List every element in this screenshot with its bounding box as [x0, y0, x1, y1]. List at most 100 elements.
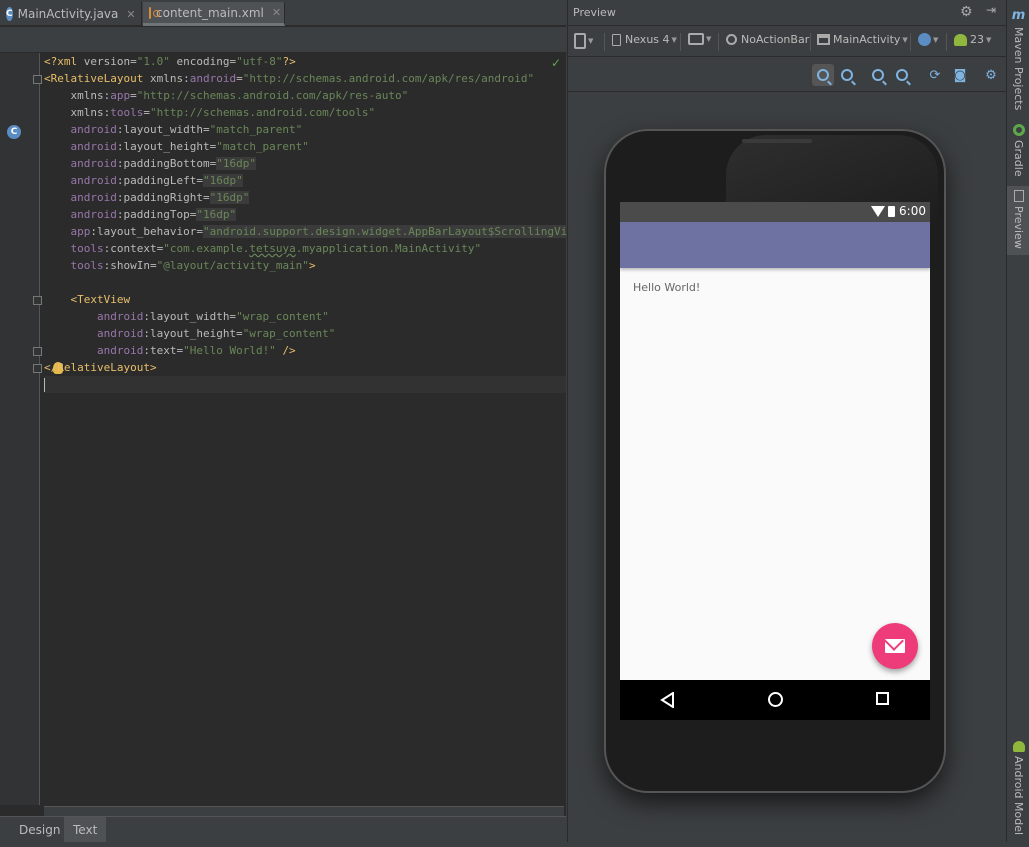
zoom-out-icon	[896, 69, 908, 81]
tab-design[interactable]: Design	[10, 817, 69, 843]
device-label: Nexus 4	[625, 33, 670, 46]
refresh-button[interactable]: ⟳	[924, 64, 946, 86]
fold-marker-icon[interactable]	[33, 75, 42, 84]
gradle-icon	[1012, 124, 1025, 136]
class-marker-icon[interactable]: C	[7, 125, 21, 139]
code-line: xmlns:tools="http://schemas.android.com/…	[70, 106, 376, 119]
tab-android-model[interactable]: Android Model	[1007, 741, 1029, 835]
fold-marker-icon[interactable]	[33, 296, 42, 305]
design-surface-button[interactable]: ▼	[574, 33, 593, 49]
api-level-selector[interactable]: 23 ▼	[954, 33, 991, 46]
code-line: android:paddingTop="16dp"	[70, 208, 237, 221]
screenshot-button[interactable]: ◙	[949, 64, 971, 86]
toolbar-separator	[910, 33, 911, 51]
tab-preview[interactable]: Preview	[1007, 186, 1029, 255]
code-line: android:paddingBottom="16dp"	[70, 157, 256, 170]
zoom-actual-button[interactable]	[836, 64, 858, 86]
refresh-icon: ⟳	[929, 67, 941, 83]
theme-selector[interactable]: NoActionBar	[726, 33, 809, 46]
zoom-fit-icon	[817, 69, 829, 81]
toolbar-separator	[946, 33, 947, 51]
tab-text[interactable]: Text	[64, 817, 107, 843]
hello-world-text[interactable]: Hello World!	[633, 281, 700, 294]
api-level-label: 23	[970, 33, 984, 46]
home-icon[interactable]	[768, 692, 783, 707]
navigation-bar	[620, 680, 930, 720]
zoom-out-button[interactable]	[891, 64, 913, 86]
preview-title: Preview	[573, 6, 616, 19]
code-line: app:layout_behavior="android.support.des…	[70, 225, 601, 238]
code-line: tools:context="com.example.tetsuya.myapp…	[70, 242, 482, 255]
zoom-toolbar: ⟳ ◙ ⚙	[568, 58, 1006, 92]
code-line: <RelativeLayout xmlns:android="http://sc…	[44, 72, 535, 85]
tab-content-main-xml[interactable]: content_main.xml ✕	[143, 2, 285, 26]
code-line-current	[44, 376, 566, 393]
activity-icon	[817, 34, 830, 45]
side-tab-label: Preview	[1012, 206, 1025, 249]
fold-marker-icon[interactable]	[33, 347, 42, 356]
preview-settings-button[interactable]: ⚙	[980, 64, 1002, 86]
code-line: <TextView	[70, 293, 131, 306]
device-selector[interactable]: Nexus 4 ▼	[612, 33, 677, 46]
status-icons: 6:00	[871, 204, 926, 218]
tab-gradle[interactable]: Gradle	[1007, 124, 1029, 177]
floating-action-button[interactable]	[872, 623, 918, 669]
editor-mode-tabs: Design Text	[0, 816, 566, 843]
close-icon[interactable]: ✕	[126, 8, 135, 21]
gear-icon[interactable]: ⚙	[960, 4, 973, 20]
fold-marker-icon[interactable]	[33, 364, 42, 373]
tab-label: content_main.xml	[156, 5, 264, 20]
toolbar-separator	[680, 33, 681, 51]
status-bar: 6:00	[620, 202, 930, 222]
activity-label: MainActivity	[833, 33, 901, 46]
toolbar-separator	[718, 33, 719, 51]
hide-panel-icon[interactable]: ⇥	[986, 3, 996, 17]
camera-icon: ◙	[953, 67, 967, 83]
code-line: android:layout_height="wrap_content"	[96, 327, 336, 340]
gear-icon: ⚙	[985, 67, 997, 83]
editor-tab-bar: C MainActivity.java ✕ content_main.xml ✕	[0, 0, 566, 26]
code-line: android:layout_width="match_parent"	[70, 123, 303, 136]
toolbar-separator	[810, 33, 811, 51]
zoom-in-icon	[872, 69, 884, 81]
mail-icon	[885, 639, 905, 653]
recents-icon[interactable]	[876, 692, 889, 705]
zoom-to-fit-button[interactable]	[812, 64, 834, 86]
side-tab-label: Android Model	[1012, 756, 1025, 836]
text-caret	[44, 378, 45, 392]
tab-mainactivity-java[interactable]: C MainActivity.java ✕	[0, 2, 142, 26]
phone-icon	[612, 33, 621, 46]
tab-label: MainActivity.java	[17, 7, 119, 21]
orientation-icon	[688, 33, 704, 45]
locale-selector[interactable]: ▼	[918, 33, 938, 46]
xml-layout-icon	[149, 6, 160, 19]
app-bar[interactable]	[620, 222, 930, 268]
java-class-icon: C	[6, 7, 13, 21]
code-line: android:paddingLeft="16dp"	[70, 174, 243, 187]
code-line: android:paddingRight="16dp"	[70, 191, 250, 204]
close-icon[interactable]: ✕	[272, 6, 281, 19]
preview-header: Preview ⚙ ⇥	[568, 0, 1006, 26]
editor-pane: C MainActivity.java ✕ content_main.xml ✕…	[0, 0, 601, 847]
battery-icon	[888, 205, 896, 217]
code-line: android:text="Hello World!" />	[96, 344, 296, 357]
preview-pane: Preview ⚙ ⇥ ▼ Nexus 4 ▼ ▼ NoActionBar Mai…	[567, 0, 1006, 842]
activity-selector[interactable]: MainActivity ▼	[817, 33, 908, 46]
theme-icon	[726, 34, 737, 45]
code-line: tools:showIn="@layout/activity_main">	[70, 259, 316, 272]
preview-canvas[interactable]: 6:00 Hello World!	[568, 93, 1006, 842]
code-line: </RelativeLayout>	[44, 361, 157, 374]
zoom-in-button[interactable]	[867, 64, 889, 86]
code-area[interactable]: <?xml version="1.0" encoding="utf-8"?> <…	[44, 53, 601, 805]
orientation-selector[interactable]: ▼	[688, 33, 711, 45]
status-strip	[0, 842, 1029, 847]
tab-maven-projects[interactable]: m Maven Projects	[1007, 8, 1029, 110]
line-gutter[interactable]: C	[0, 53, 42, 805]
code-line: android:layout_width="wrap_content"	[96, 310, 329, 323]
device-frame: 6:00 Hello World!	[604, 129, 946, 793]
back-icon[interactable]	[660, 692, 676, 708]
horizontal-scrollbar[interactable]	[44, 806, 564, 816]
device-screen[interactable]: 6:00 Hello World!	[620, 202, 930, 720]
side-tab-label: Maven Projects	[1012, 27, 1025, 111]
